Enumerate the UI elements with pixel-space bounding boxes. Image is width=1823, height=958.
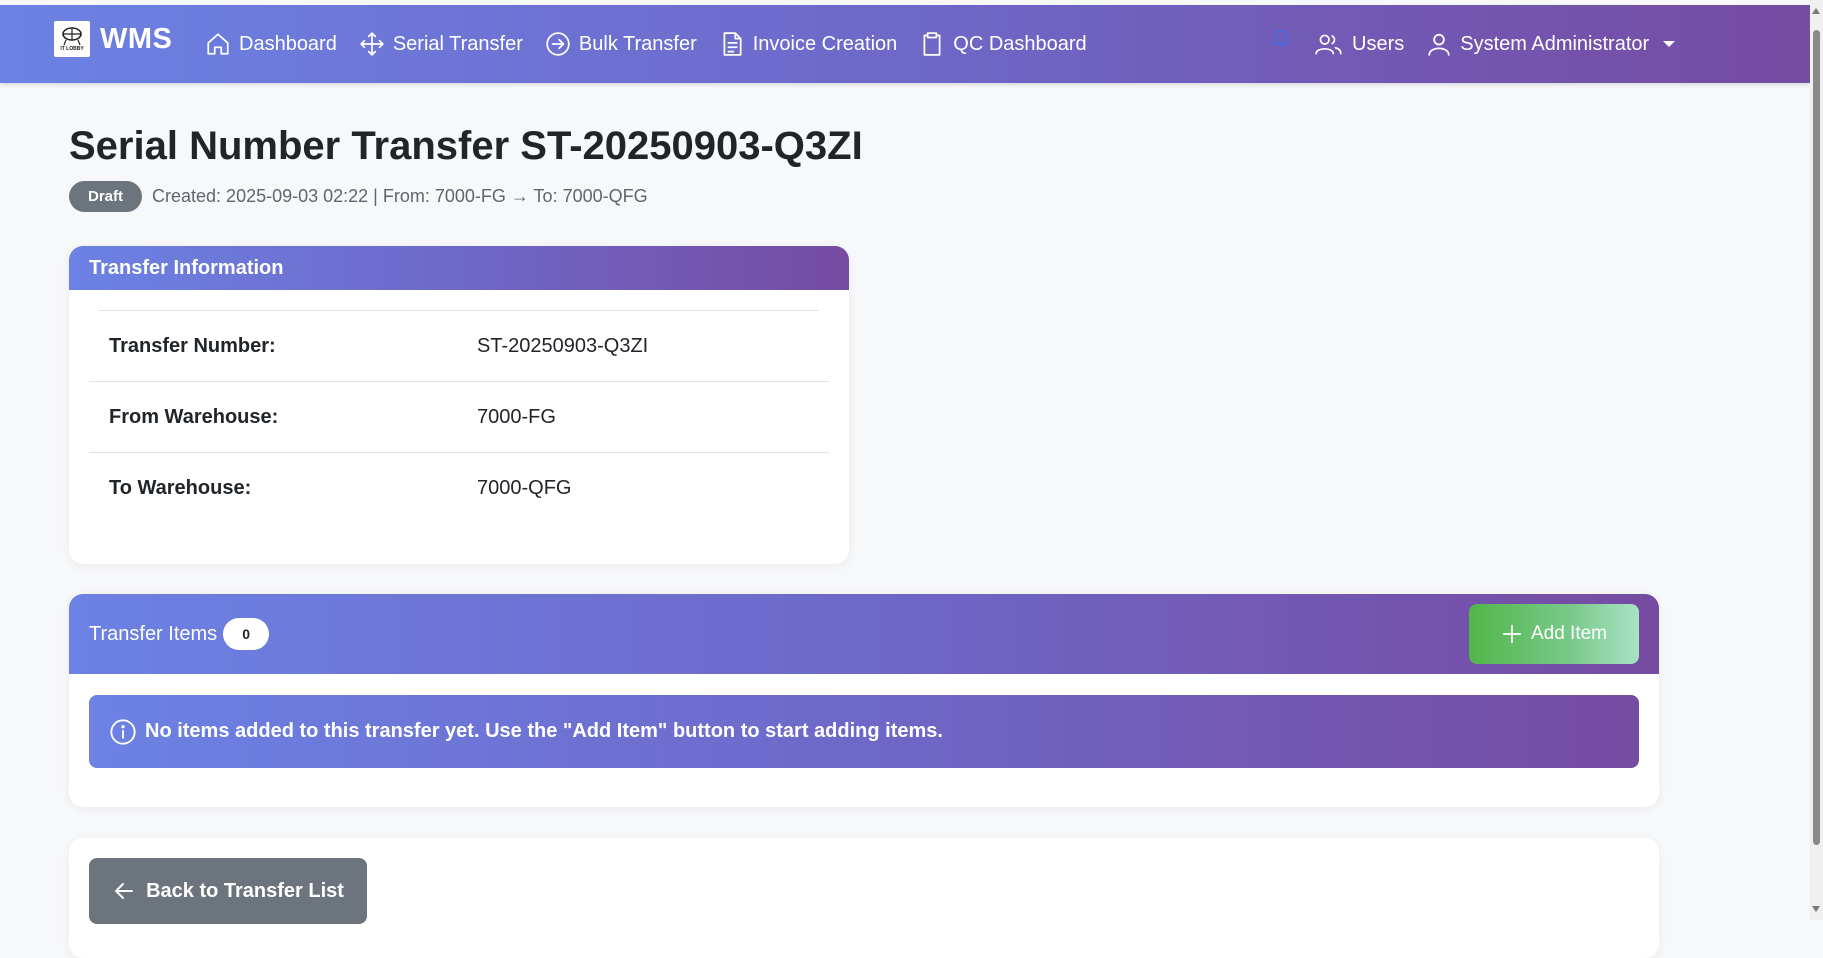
brand[interactable]: IT LOBBY WMS <box>54 21 172 57</box>
nav-invoice-creation-label: Invoice Creation <box>752 32 898 55</box>
arrow-left-icon <box>115 883 134 899</box>
nav-bulk-transfer[interactable]: Bulk Transfer <box>545 31 697 57</box>
empty-items-alert: No items added to this transfer yet. Use… <box>89 695 1639 768</box>
user-name: System Administrator <box>1460 32 1650 55</box>
scrollbar-thumb[interactable] <box>1813 30 1820 845</box>
chevron-down-icon <box>1663 41 1676 47</box>
info-value: ST-20250903-Q3ZI <box>477 334 649 357</box>
info-row-transfer-number: Transfer Number: ST-20250903-Q3ZI <box>89 311 829 382</box>
info-value: 7000-FG <box>477 405 556 428</box>
nav-bulk-transfer-label: Bulk Transfer <box>578 32 697 55</box>
page-scrollbar[interactable] <box>1810 0 1823 920</box>
clipboard-icon <box>923 32 941 56</box>
brand-name: WMS <box>100 22 173 55</box>
back-button-label: Back to Transfer List <box>146 879 344 902</box>
items-title: Transfer Items 0 <box>89 618 270 650</box>
logo: IT LOBBY <box>54 21 90 57</box>
transfer-information-card: Transfer Information Transfer Number: ST… <box>69 246 849 564</box>
nav-serial-transfer[interactable]: Serial Transfer <box>359 31 523 57</box>
scroll-up-arrow-icon[interactable] <box>1812 8 1820 14</box>
back-to-transfer-list-button[interactable]: Back to Transfer List <box>89 858 367 924</box>
add-item-button[interactable]: Add Item <box>1469 604 1639 664</box>
nav-dashboard[interactable]: Dashboard <box>205 31 337 57</box>
notifications-button[interactable] <box>1270 30 1292 50</box>
empty-items-message: No items added to this transfer yet. Use… <box>145 720 943 742</box>
info-row-to-warehouse: To Warehouse: 7000-QFG <box>89 453 829 523</box>
logo-icon <box>62 27 82 46</box>
info-value: 7000-QFG <box>477 476 572 499</box>
info-circle-icon <box>110 718 136 745</box>
info-label: Transfer Number: <box>109 334 276 357</box>
info-label: From Warehouse: <box>109 405 279 428</box>
plus-icon <box>1502 624 1522 644</box>
nav-qc-dashboard[interactable]: QC Dashboard <box>919 31 1087 57</box>
nav-serial-transfer-label: Serial Transfer <box>392 32 523 55</box>
item-count-badge: 0 <box>223 618 270 650</box>
user-nav: Users System Administrator <box>1270 5 1676 83</box>
info-row-from-warehouse: From Warehouse: 7000-FG <box>89 382 829 453</box>
scroll-down-arrow-icon[interactable] <box>1812 906 1820 912</box>
top-navbar: IT LOBBY WMS Dashboard Serial Transfer B… <box>0 5 1810 83</box>
transfer-items-card: Transfer Items 0 Add Item No items added… <box>69 594 1659 807</box>
nav-invoice-creation[interactable]: Invoice Creation <box>719 31 898 57</box>
transfer-meta: Draft Created: 2025-09-03 02:22 | From: … <box>69 181 648 212</box>
house-icon <box>207 33 229 55</box>
users-icon <box>1315 34 1342 55</box>
person-icon <box>1428 33 1450 56</box>
user-menu-dropdown[interactable]: System Administrator <box>1426 31 1676 57</box>
nav-dashboard-label: Dashboard <box>239 32 337 55</box>
main-nav: Dashboard Serial Transfer Bulk Transfer … <box>205 5 1087 83</box>
card-header: Transfer Information <box>69 246 849 290</box>
status-badge: Draft <box>69 181 143 212</box>
items-title-label: Transfer Items <box>89 622 218 645</box>
actions-card: Back to Transfer List <box>69 838 1659 958</box>
logo-text: IT LOBBY <box>60 46 84 52</box>
card-header: Transfer Items 0 Add Item <box>69 594 1659 674</box>
info-label: To Warehouse: <box>109 476 252 499</box>
page-title: Serial Number Transfer ST-20250903-Q3ZI <box>69 124 863 168</box>
add-item-label: Add Item <box>1530 623 1608 644</box>
arrow-right-circle-icon <box>546 32 570 56</box>
nav-users[interactable]: Users <box>1314 31 1404 57</box>
arrows-move-icon <box>360 32 384 56</box>
file-text-icon <box>723 32 742 56</box>
nav-qc-dashboard-label: QC Dashboard <box>953 32 1087 55</box>
nav-users-label: Users <box>1352 32 1405 55</box>
bell-icon <box>1272 30 1290 47</box>
meta-text: Created: 2025-09-03 02:22 | From: 7000-F… <box>152 186 648 206</box>
